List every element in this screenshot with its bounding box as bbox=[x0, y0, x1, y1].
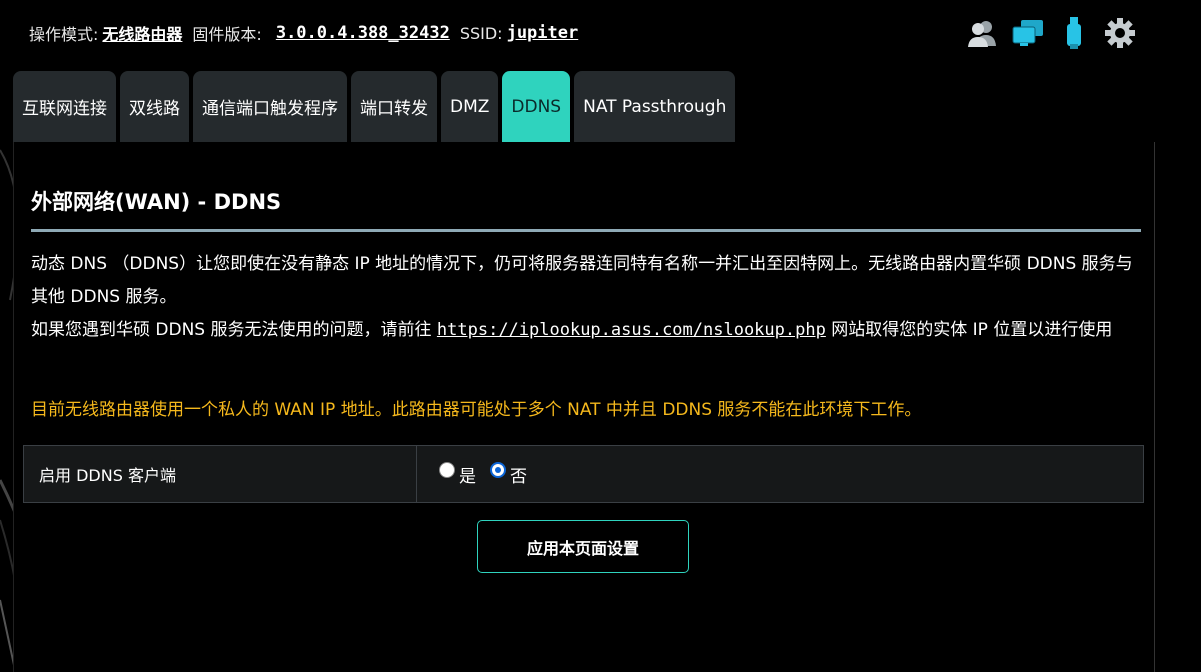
ddns-yes-option[interactable]: 是 bbox=[439, 462, 476, 487]
description-line2: 如果您遇到华硕 DDNS 服务无法使用的问题，请前往 https://iploo… bbox=[31, 320, 1113, 340]
status-bar: 操作模式: 无线路由器 固件版本: 3.0.0.4.388_32432 SSID… bbox=[29, 20, 578, 46]
apply-button[interactable]: 应用本页面设置 bbox=[477, 520, 689, 573]
iplookup-link[interactable]: https://iplookup.asus.com/nslookup.php bbox=[437, 320, 826, 340]
settings-gear-icon[interactable] bbox=[1103, 16, 1137, 50]
firmware-value[interactable]: 3.0.0.4.388_32432 bbox=[276, 23, 450, 43]
tab-port-forwarding[interactable]: 端口转发 bbox=[351, 71, 437, 142]
enable-ddns-label: 启用 DDNS 客户端 bbox=[24, 446, 417, 502]
usb-icon[interactable] bbox=[1057, 16, 1091, 50]
tab-ddns[interactable]: DDNS bbox=[502, 71, 571, 142]
tab-dmz[interactable]: DMZ bbox=[441, 71, 499, 142]
tab-dual-wan[interactable]: 双线路 bbox=[120, 71, 189, 142]
description: 动态 DNS （DDNS）让您即使在没有静态 IP 地址的情况下，仍可将服务器连… bbox=[31, 248, 1141, 347]
ddns-yes-radio[interactable] bbox=[439, 462, 455, 478]
status-icons bbox=[965, 16, 1137, 50]
ssid-value[interactable]: jupiter bbox=[507, 23, 579, 43]
network-clients-icon[interactable] bbox=[1011, 16, 1045, 50]
tab-nat-passthrough[interactable]: NAT Passthrough bbox=[574, 71, 736, 142]
tab-internet[interactable]: 互联网连接 bbox=[13, 71, 116, 142]
mode-label: 操作模式: bbox=[29, 25, 99, 44]
page-title: 外部网络(WAN) - DDNS bbox=[31, 190, 282, 214]
tab-bar: 互联网连接 双线路 通信端口触发程序 端口转发 DMZ DDNS NAT Pas… bbox=[13, 71, 736, 142]
enable-ddns-options: 是 否 bbox=[417, 446, 541, 502]
description-line1: 动态 DNS （DDNS）让您即使在没有静态 IP 地址的情况下，仍可将服务器连… bbox=[31, 254, 1133, 307]
ddns-no-radio[interactable] bbox=[490, 462, 506, 478]
firmware-label: 固件版本: bbox=[192, 25, 262, 44]
enable-ddns-row: 启用 DDNS 客户端 是 否 bbox=[23, 445, 1144, 503]
ddns-panel: 外部网络(WAN) - DDNS 动态 DNS （DDNS）让您即使在没有静态 … bbox=[13, 142, 1155, 672]
tab-port-trigger[interactable]: 通信端口触发程序 bbox=[193, 71, 347, 142]
ddns-no-option[interactable]: 否 bbox=[490, 462, 527, 487]
mode-value[interactable]: 无线路由器 bbox=[102, 21, 182, 45]
title-divider bbox=[31, 229, 1141, 232]
ssid-label: SSID: bbox=[459, 23, 503, 43]
users-icon[interactable] bbox=[965, 16, 999, 50]
private-ip-warning: 目前无线路由器使用一个私人的 WAN IP 地址。此路由器可能处于多个 NAT … bbox=[31, 400, 922, 420]
